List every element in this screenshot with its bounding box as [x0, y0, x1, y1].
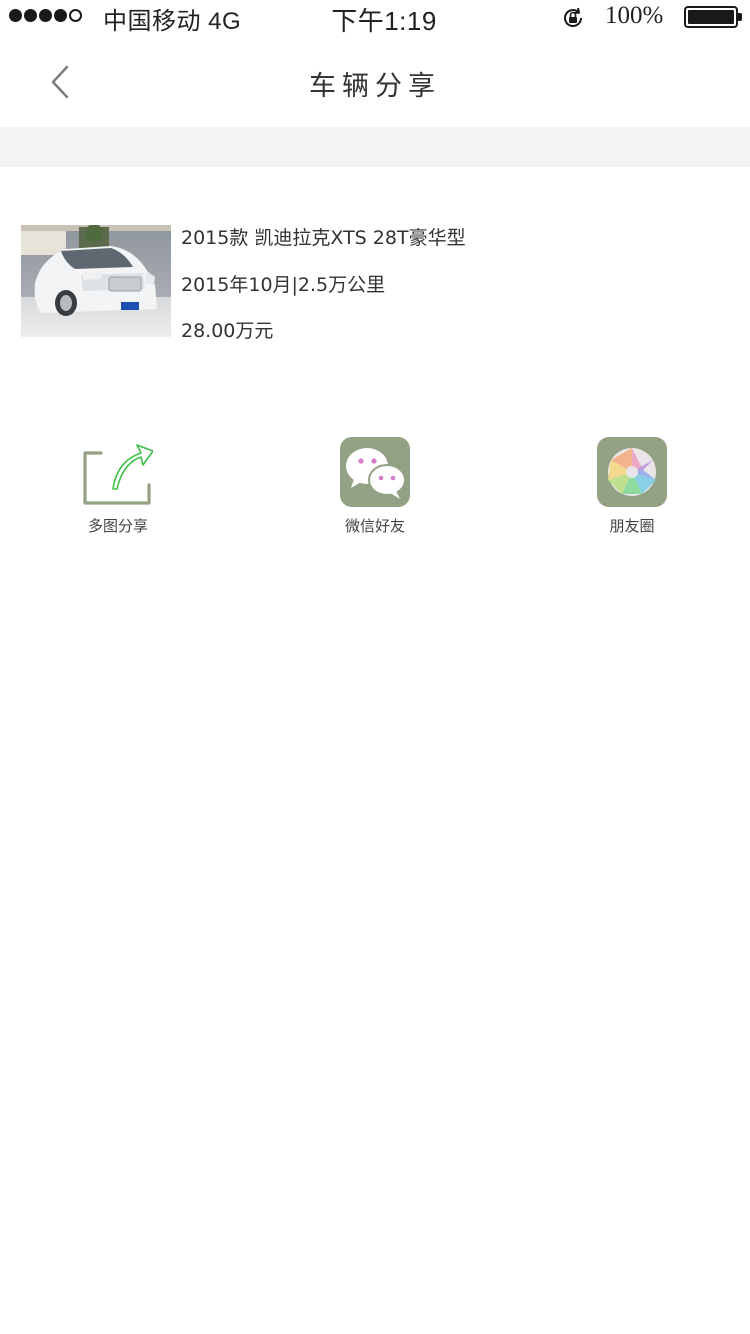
car-registration-mileage: 2015年10月|2.5万公里 [181, 274, 386, 296]
share-wechat-friends-label: 微信好友 [344, 517, 405, 535]
car-title: 2015款 凯迪拉克XTS 28T豪华型 [181, 227, 466, 249]
car-price: 28.00万元 [181, 320, 274, 342]
section-divider [0, 127, 750, 167]
car-card[interactable]: 2015款 凯迪拉克XTS 28T豪华型 2015年10月|2.5万公里 28.… [21, 225, 721, 342]
share-moments-label: 朋友圈 [609, 517, 655, 535]
status-bar: 中国移动 4G 下午1:19 100% [0, 0, 750, 36]
page-title: 车辆分享 [309, 71, 441, 102]
share-multi-image-label: 多图分享 [87, 517, 148, 535]
moments-icon [597, 437, 667, 507]
share-moments-button[interactable]: 朋友圈 [572, 437, 692, 547]
wechat-icon [340, 437, 410, 507]
nav-bar: 车辆分享 [0, 34, 750, 128]
car-photo [21, 225, 171, 337]
share-options: 多图分享 微信好友 朋友圈 [0, 437, 750, 547]
battery-icon [684, 6, 742, 28]
share-multi-image-button[interactable]: 多图分享 [58, 437, 178, 547]
rotation-lock-icon [564, 7, 583, 27]
share-wechat-friends-button[interactable]: 微信好友 [315, 437, 435, 547]
battery-percent: 100% [605, 2, 664, 29]
share-arrow-icon [83, 444, 153, 505]
